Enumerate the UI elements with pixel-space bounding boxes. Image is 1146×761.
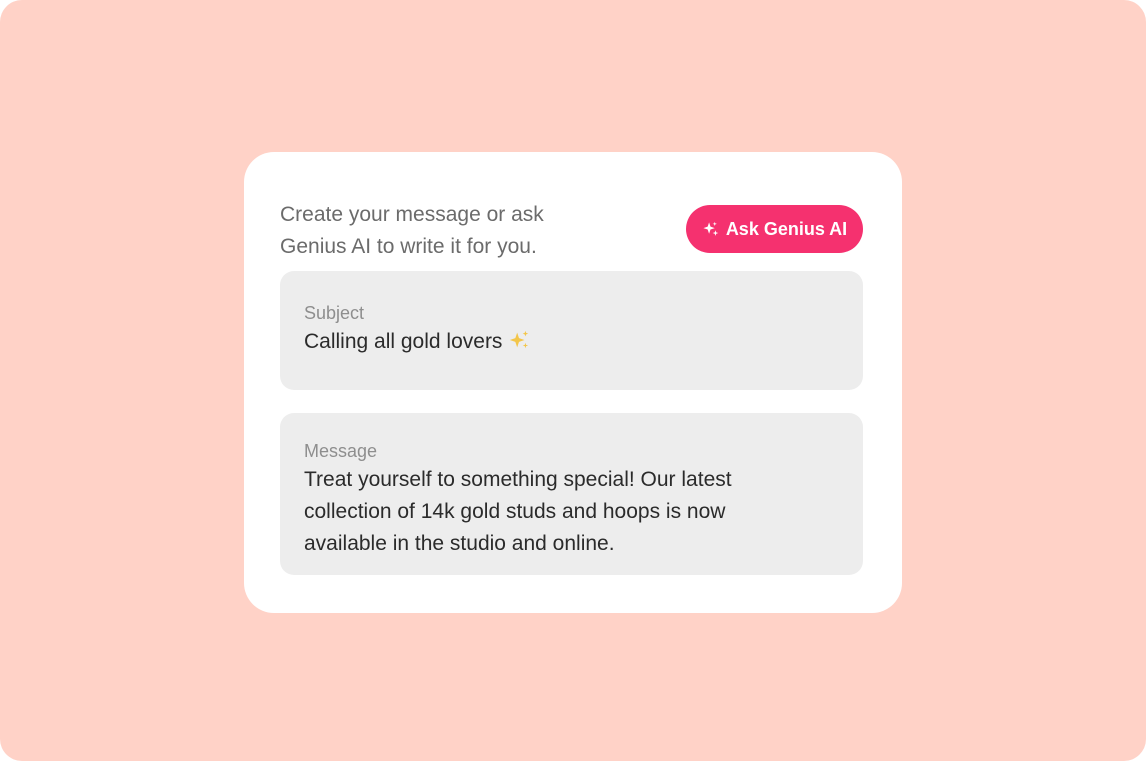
sparkles-emoji-icon — [508, 329, 530, 361]
ask-genius-ai-button[interactable]: Ask Genius AI — [686, 205, 863, 253]
message-field[interactable]: Message Treat yourself to something spec… — [280, 413, 863, 575]
subject-value-line: Calling all gold lovers — [304, 326, 839, 361]
ask-genius-ai-label: Ask Genius AI — [725, 218, 848, 239]
message-composer-card: Create your message or ask Genius AI to … — [244, 152, 902, 613]
sparkle-icon — [702, 221, 719, 238]
composer-intro-text: Create your message or ask Genius AI to … — [280, 203, 544, 258]
message-label: Message — [304, 441, 378, 461]
subject-field[interactable]: Subject Calling all gold lovers — [280, 271, 863, 390]
subject-label: Subject — [304, 303, 365, 323]
page-background: Create your message or ask Genius AI to … — [0, 0, 1146, 761]
message-value: Treat yourself to something special! Our… — [304, 468, 732, 555]
subject-value: Calling all gold lovers — [304, 330, 503, 353]
